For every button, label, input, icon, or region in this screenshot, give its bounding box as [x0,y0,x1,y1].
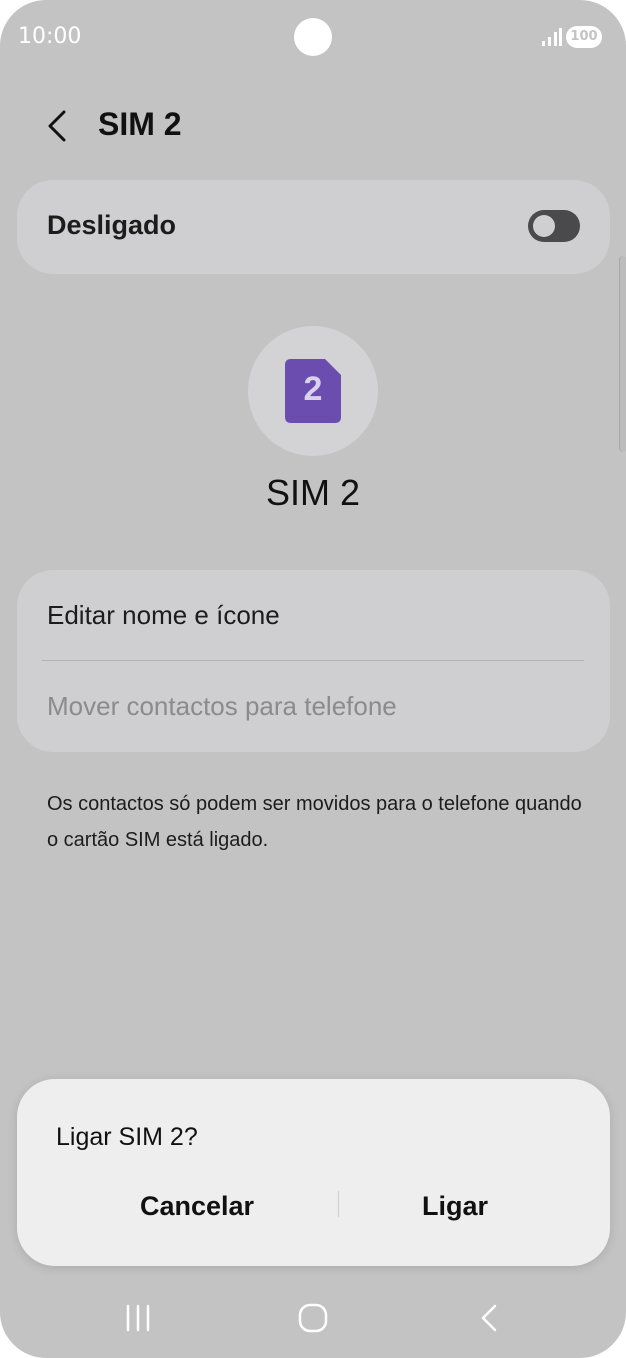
sim-switch[interactable] [528,210,580,242]
sim-toggle-label: Desligado [47,210,177,240]
phone-screen: 10:00 100 SIM 2 Desligado 2 SIM 2 Editar… [0,0,626,1358]
switch-knob [533,215,555,237]
home-icon[interactable] [291,1296,335,1340]
help-text: Os contactos só podem ser movidos para o… [47,793,582,851]
signal-bars-icon [542,28,562,46]
sim-name: SIM 2 [265,472,361,513]
edit-name-icon-option[interactable]: Editar nome e ícone [47,600,280,631]
back-icon[interactable] [467,1296,511,1340]
scroll-indicator [619,256,626,452]
divider [42,660,584,661]
dialog-title: Ligar SIM 2? [56,1123,198,1151]
battery-indicator: 100 [566,26,602,48]
sim-digit: 2 [303,370,323,408]
cancel-button[interactable]: Cancelar [77,1183,317,1229]
chevron-left-icon[interactable] [36,104,80,148]
recent-apps-icon[interactable] [116,1296,160,1340]
sim-toggle-row[interactable]: Desligado [17,180,610,274]
status-time: 10:00 [18,24,82,49]
camera-cutout [294,18,332,56]
enable-sim-dialog: Ligar SIM 2? Cancelar Ligar [17,1079,610,1266]
sim-icon-circle: 2 [248,326,378,456]
page-title: SIM 2 [98,106,182,142]
move-contacts-option: Mover contactos para telefone [47,691,397,721]
confirm-button[interactable]: Ligar [335,1183,575,1229]
sim-options-card: Editar nome e ícone Mover contactos para… [17,570,610,752]
